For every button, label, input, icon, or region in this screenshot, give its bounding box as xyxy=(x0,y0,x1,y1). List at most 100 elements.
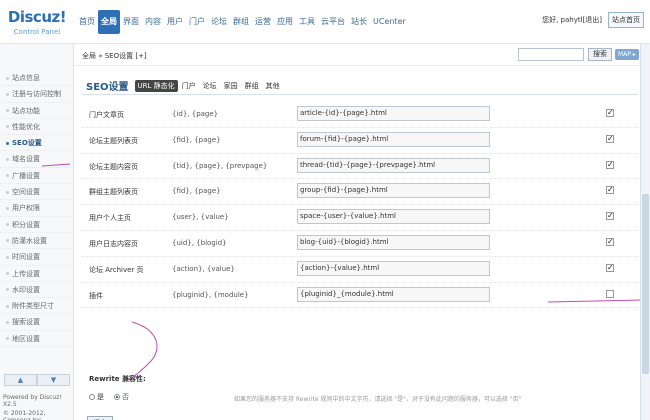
rule-format-input[interactable]: thread-{tid}-{page}-{prevpage}.html xyxy=(297,157,490,173)
sidebar-item[interactable]: 站点信息 xyxy=(0,70,73,87)
logo-title: Discuz! xyxy=(7,8,67,26)
topnav-item[interactable]: 界面 xyxy=(120,10,142,34)
rewrite-options: 是 否 xyxy=(89,392,139,402)
bullet-icon xyxy=(6,76,9,80)
rule-format-input[interactable]: blog-{uid}-{blogid}.html xyxy=(297,234,490,250)
tab-item[interactable]: 论坛 xyxy=(200,81,220,91)
bullet-icon xyxy=(6,206,9,210)
table-row: 论坛 Archiver 页 {action}, {value} {action}-{… xyxy=(82,257,638,283)
breadcrumb[interactable]: 全局 » SEO设置 [+] xyxy=(82,51,147,61)
scrollbar-thumb[interactable] xyxy=(642,194,649,374)
topnav-item[interactable]: 云平台 xyxy=(318,10,348,34)
topnav-item[interactable]: 论坛 xyxy=(208,10,230,34)
logout-link[interactable]: [退出] xyxy=(583,15,602,25)
logo[interactable]: Discuz! Control Panel xyxy=(0,0,74,44)
sidebar-item[interactable]: 用户权限 xyxy=(0,200,73,217)
bullet-icon xyxy=(6,174,9,178)
site-home-button[interactable]: 站点首页 xyxy=(608,12,644,28)
rule-variables: {id}, {page} xyxy=(172,110,219,118)
topnav-item[interactable]: 内容 xyxy=(142,10,164,34)
sidebar-item[interactable]: 空间设置 xyxy=(0,184,73,201)
rule-enabled-checkbox[interactable]: ✓ xyxy=(606,186,614,195)
main-area: 全局 » SEO设置 [+] 搜索 MAP ▸ SEO设置 URL 静态化 门户论… xyxy=(74,44,650,420)
sidebar-item[interactable]: 上传设置 xyxy=(0,266,73,282)
sidebar-item[interactable]: 防灌水设置 xyxy=(0,233,73,250)
bullet-icon xyxy=(6,125,9,129)
sidebar-item[interactable]: 广播设置 xyxy=(0,168,73,185)
sidebar-item[interactable]: 时间设置 xyxy=(0,249,73,266)
rule-enabled-checkbox[interactable] xyxy=(606,289,614,298)
radio-yes-label: 是 xyxy=(97,393,104,401)
scroll-up-icon[interactable]: ▲ xyxy=(4,374,37,386)
tab-item[interactable]: 群组 xyxy=(242,81,262,91)
rule-enabled-checkbox[interactable]: ✓ xyxy=(606,237,614,246)
radio-yes[interactable] xyxy=(89,394,95,400)
bullet-icon xyxy=(6,157,9,161)
rule-format-input[interactable]: space-{user}-{value}.html xyxy=(297,209,490,225)
tab-item[interactable]: 门户 xyxy=(179,81,199,91)
rule-format-input[interactable]: group-{fid}-{page}.html xyxy=(297,183,490,199)
bullet-icon xyxy=(6,337,9,341)
rule-enabled-checkbox[interactable]: ✓ xyxy=(606,263,614,272)
topnav-item[interactable]: 工具 xyxy=(296,10,318,34)
sidebar-item-label: 防灌水设置 xyxy=(12,236,47,245)
sidebar-item-label: 广播设置 xyxy=(12,171,40,180)
topnav-item[interactable]: 群组 xyxy=(230,10,252,34)
scroll-down-icon[interactable]: ▼ xyxy=(37,374,70,386)
logo-subtitle: Control Panel xyxy=(13,28,61,36)
sidebar-item[interactable]: 地区设置 xyxy=(0,331,73,348)
rule-page-name: 用户个人主页 xyxy=(89,214,131,223)
tab-item[interactable]: URL 静态化 xyxy=(134,79,178,92)
sidebar-item-label: SEO设置 xyxy=(12,139,42,148)
rule-enabled-checkbox[interactable]: ✓ xyxy=(606,109,614,117)
sidebar-item[interactable]: 注册与访问控制 xyxy=(0,86,73,103)
rule-enabled-checkbox[interactable]: ✓ xyxy=(606,134,614,143)
topnav-item[interactable]: 全局 xyxy=(98,10,120,34)
table-row: 插件 {pluginid}, {module} {pluginid}_{module… xyxy=(82,283,638,309)
sidebar-item-label: 时间设置 xyxy=(12,253,40,262)
bullet-icon xyxy=(6,109,9,113)
rewrite-hint: 如果您的服务器不支持 Rewrite 规则中的中文字符，请选择 "是"，对于没有… xyxy=(234,396,522,403)
bullet-icon xyxy=(6,304,9,308)
section-title: SEO设置 xyxy=(86,82,129,93)
bullet-icon xyxy=(6,239,9,243)
topnav-item[interactable]: UCenter xyxy=(370,10,409,34)
topnav-item[interactable]: 门户 xyxy=(186,10,208,34)
topnav-item[interactable]: 站长 xyxy=(348,10,370,34)
topnav-item[interactable]: 运营 xyxy=(252,10,274,34)
rule-format-input[interactable]: {pluginid}_{module}.html xyxy=(297,286,490,302)
sidebar-item[interactable]: SEO设置 xyxy=(0,135,73,152)
tab-item[interactable]: 其他 xyxy=(263,81,283,91)
sidebar-item[interactable]: 水印设置 xyxy=(0,282,73,299)
search-input[interactable] xyxy=(518,48,584,61)
topnav-item[interactable]: 用户 xyxy=(164,10,186,34)
page-scrollbar[interactable] xyxy=(640,44,650,420)
rule-variables: {fid}, {page} xyxy=(172,187,221,196)
sidebar-item[interactable]: 积分设置 xyxy=(0,217,73,233)
rule-enabled-checkbox[interactable]: ✓ xyxy=(606,212,614,221)
topnav-item[interactable]: 首页 xyxy=(76,10,98,34)
rule-format-input[interactable]: {action}-{value}.html xyxy=(297,260,490,276)
rule-format-input[interactable]: forum-{fid}-{page}.html xyxy=(297,131,490,147)
submit-button[interactable]: 提交 xyxy=(87,416,113,420)
topnav-item[interactable]: 应用 xyxy=(274,10,296,34)
bullet-icon xyxy=(6,288,9,292)
map-button[interactable]: MAP ▸ xyxy=(615,49,639,60)
sidebar-item[interactable]: 性能优化 xyxy=(0,119,73,136)
rule-enabled-checkbox[interactable]: ✓ xyxy=(606,160,614,169)
rule-variables: {fid}, {page} xyxy=(172,135,221,144)
radio-no[interactable] xyxy=(114,394,120,400)
bullet-icon xyxy=(6,190,9,194)
sidebar-item-label: 空间设置 xyxy=(12,188,40,197)
copyright: © 2001-2012, Comsenz Inc. xyxy=(3,410,46,420)
sidebar-item[interactable]: 站点功能 xyxy=(0,103,73,119)
table-row: 用户日志内容页 {uid}, {blogid} blog-{uid}-{blogid… xyxy=(82,231,638,257)
top-navigation: 首页 全局 界面 内容 用户 门户 论坛 群组 运营 应用 工具 云平台 站长 UCenter xyxy=(76,10,409,34)
sidebar-item[interactable]: 搜索设置 xyxy=(0,314,73,331)
search-button[interactable]: 搜索 xyxy=(588,48,612,61)
bullet-icon xyxy=(6,92,9,96)
rule-format-input[interactable]: article-{id}-{page}.html xyxy=(297,106,490,121)
tab-item[interactable]: 家园 xyxy=(221,81,241,91)
sidebar-item[interactable]: 域名设置 xyxy=(0,151,73,168)
sidebar-item[interactable]: 附件类型尺寸 xyxy=(0,298,73,315)
